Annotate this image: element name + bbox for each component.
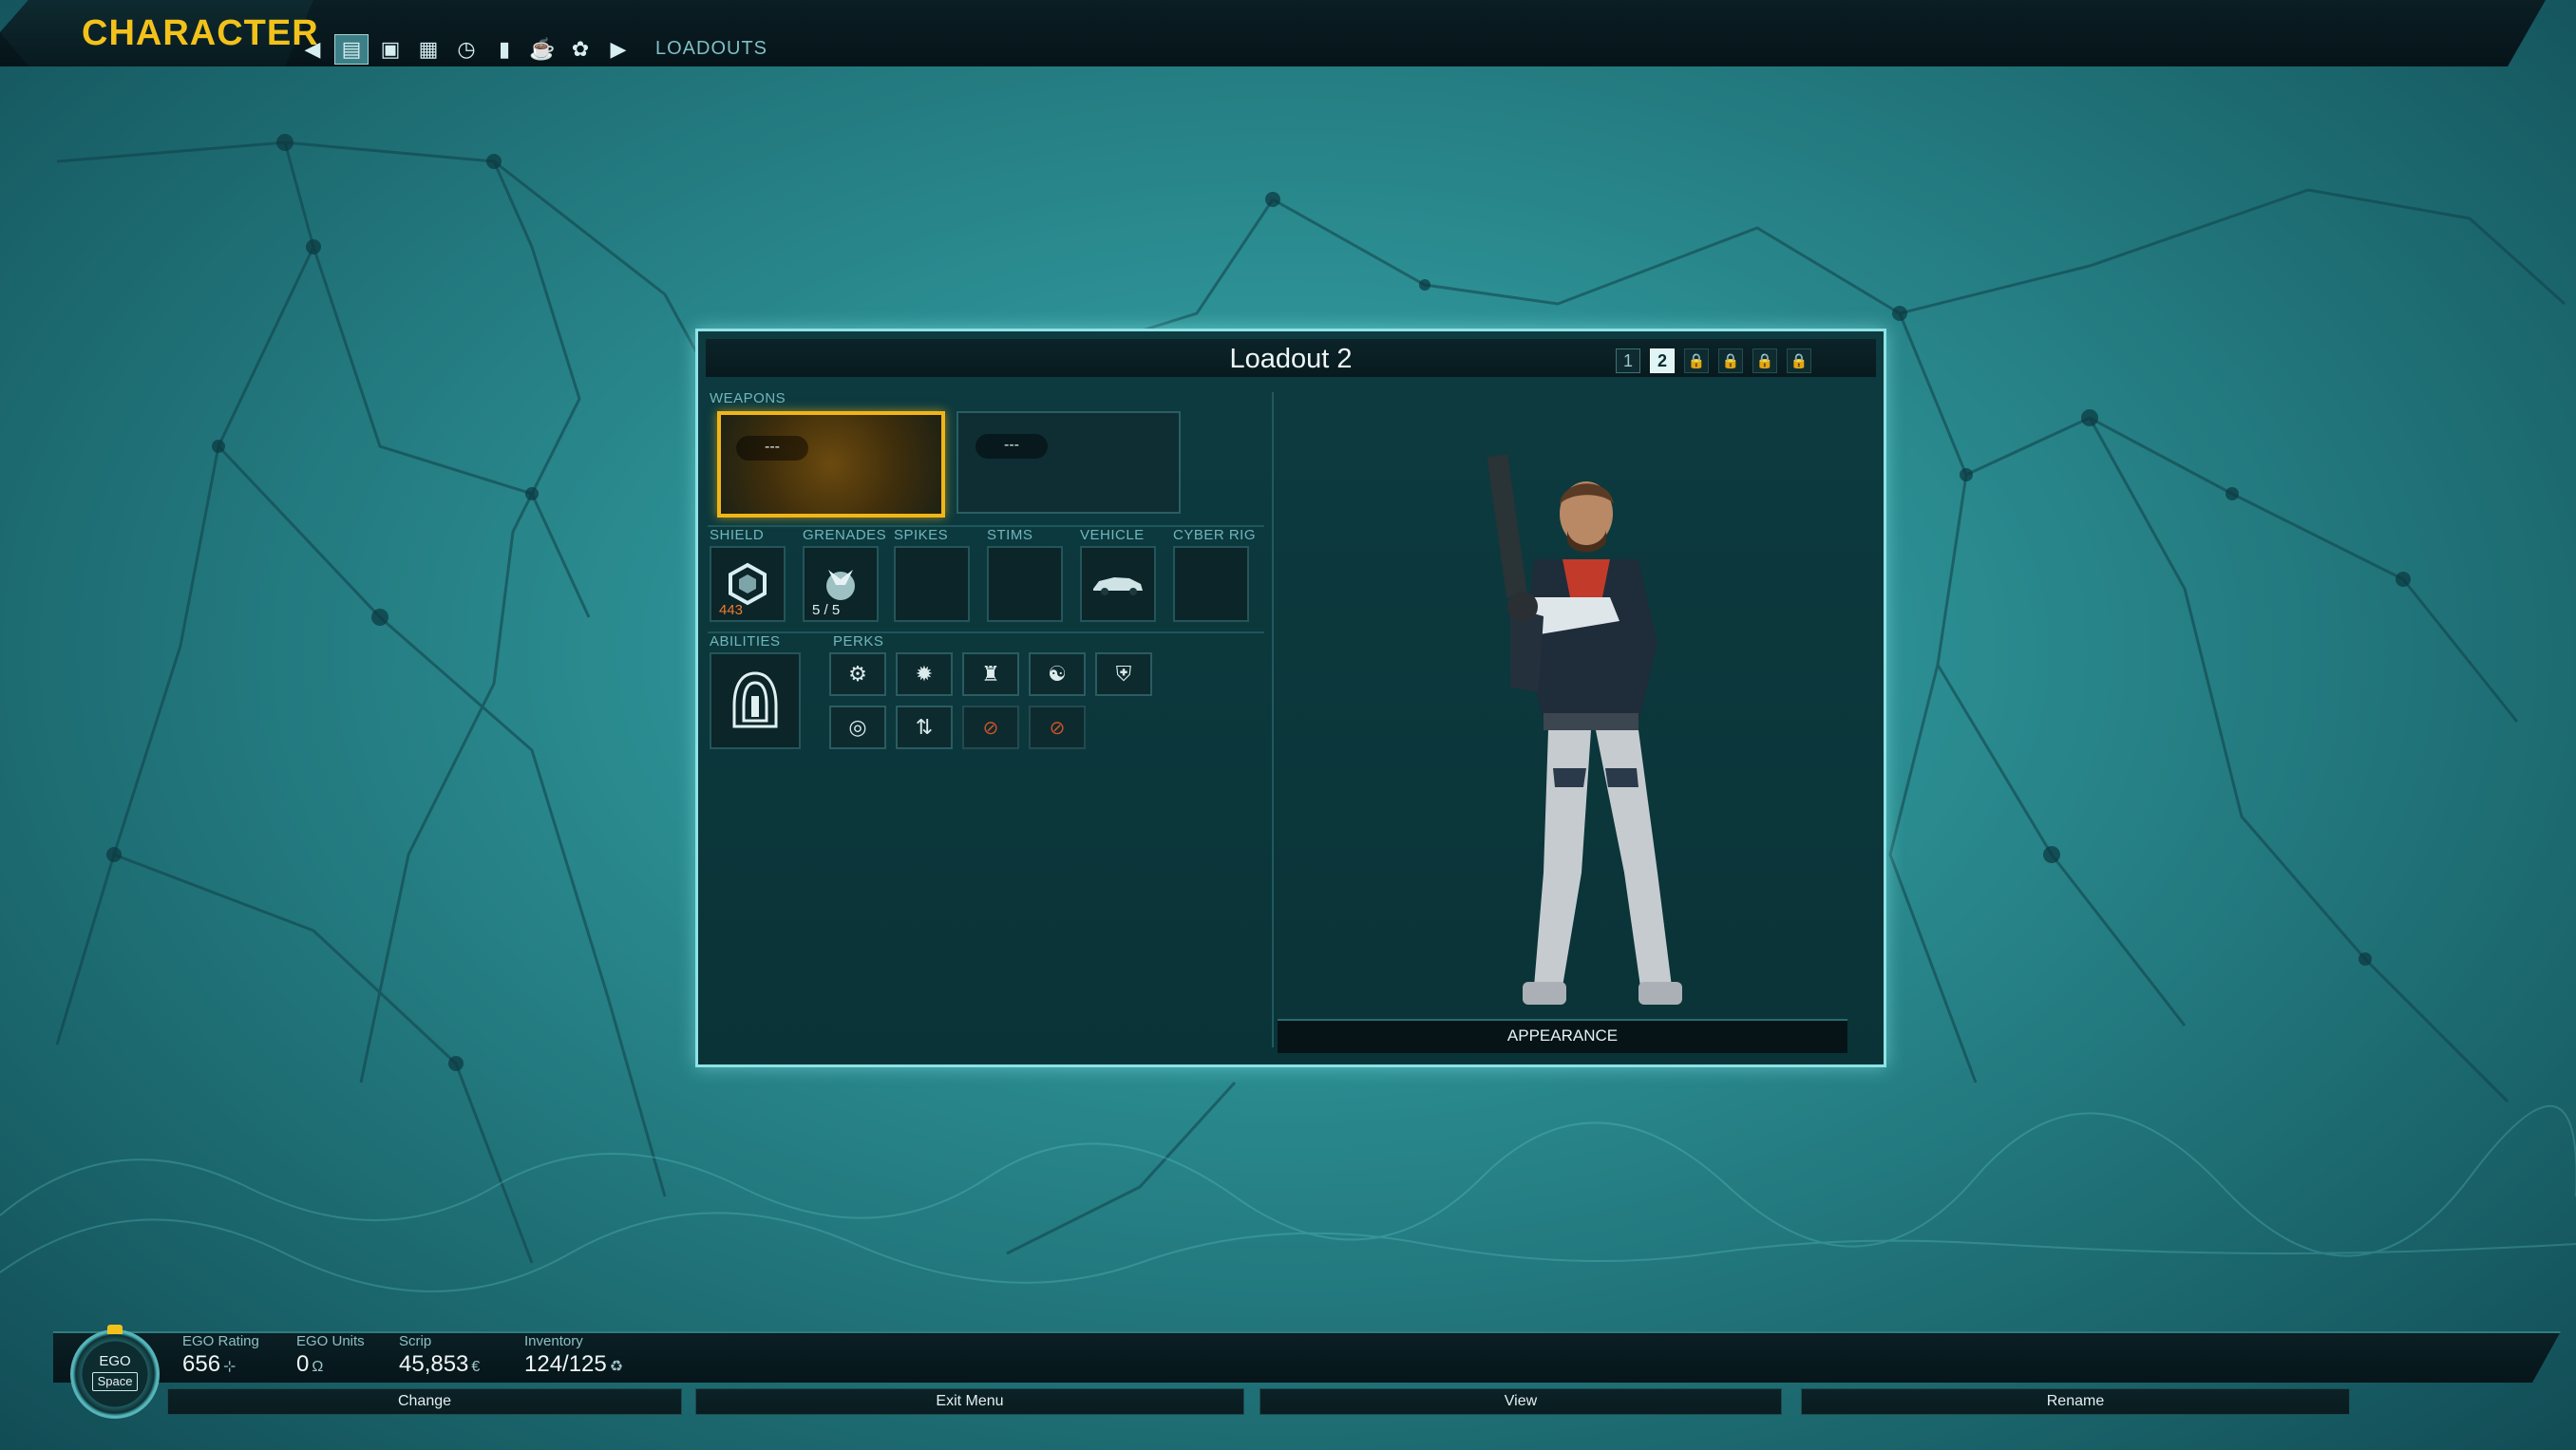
loadouts-icon[interactable]: ▤ bbox=[334, 34, 369, 65]
ego-units-icon: Ω bbox=[312, 1359, 324, 1375]
vehicle-icon bbox=[1082, 548, 1154, 620]
inventory-stat: Inventory 124/125 ♻ bbox=[524, 1333, 623, 1378]
stat-label: EGO Rating bbox=[182, 1333, 259, 1349]
perks-label: PERKS bbox=[833, 633, 884, 650]
perk-locked-icon[interactable]: ⊘ bbox=[962, 706, 1019, 749]
loadout-tab-1[interactable]: 1 bbox=[1616, 348, 1640, 373]
rename-button[interactable]: Rename bbox=[1801, 1388, 2350, 1415]
lock-icon: 🔒 bbox=[1752, 348, 1777, 373]
ego-button[interactable]: EGO Space bbox=[70, 1325, 160, 1419]
stat-value: 656 ⊹ bbox=[182, 1351, 237, 1377]
section-divider bbox=[708, 631, 1264, 633]
stats-chart-icon[interactable]: ▮ bbox=[488, 35, 521, 64]
weapon-slot-primary[interactable]: --- bbox=[717, 411, 945, 518]
cyber-rig-label: CYBER RIG bbox=[1173, 527, 1257, 543]
grenades-count: 5 / 5 bbox=[812, 602, 841, 618]
inventory-icon[interactable]: ▣ bbox=[374, 35, 407, 64]
character-model[interactable] bbox=[1420, 455, 1743, 1044]
perk-gear-icon[interactable]: ⚙ bbox=[829, 652, 886, 696]
stat-value: 124/125 ♻ bbox=[524, 1351, 624, 1377]
perk-locked-icon[interactable]: ⊘ bbox=[1029, 706, 1086, 749]
badge-icon[interactable]: ✿ bbox=[564, 35, 597, 64]
inventory-icon: ♻ bbox=[609, 1359, 624, 1375]
loadout-tab-2[interactable]: 2 bbox=[1650, 348, 1675, 373]
lock-icon: 🔒 bbox=[1787, 348, 1811, 373]
perk-figure-icon[interactable]: ☯ bbox=[1029, 652, 1086, 696]
perk-arrows-icon[interactable]: ⇅ bbox=[896, 706, 953, 749]
ability-slot[interactable] bbox=[710, 652, 801, 749]
abilities-label: ABILITIES bbox=[710, 633, 781, 650]
grenades-slot[interactable]: 5 / 5 bbox=[803, 546, 879, 622]
shield-label: SHIELD bbox=[710, 527, 765, 543]
ego-indicator bbox=[107, 1325, 123, 1334]
panel-divider bbox=[1272, 392, 1274, 1047]
weapons-label: WEAPONS bbox=[710, 390, 786, 406]
lock-icon: 🔒 bbox=[1684, 348, 1709, 373]
nav-icons: ◀ ▤ ▣ ▦ ◷ ▮ ☕ ✿ ▶ bbox=[296, 34, 635, 65]
breadcrumb: LOADOUTS bbox=[655, 38, 768, 59]
ego-units-stat: EGO Units 0Ω bbox=[296, 1333, 365, 1378]
lock-icon: 🔒 bbox=[1718, 348, 1743, 373]
shield-value: 443 bbox=[719, 602, 744, 618]
ability-icon bbox=[711, 654, 799, 747]
appearance-button[interactable]: APPEARANCE bbox=[1278, 1026, 1847, 1045]
grenades-label: GRENADES bbox=[803, 527, 887, 543]
weapon-slot-label: --- bbox=[736, 436, 808, 461]
exit-menu-button[interactable]: Exit Menu bbox=[695, 1388, 1244, 1415]
forward-arrow-icon[interactable]: ▶ bbox=[602, 35, 635, 64]
panel-header: Loadout 2 1 2 🔒 🔒 🔒 🔒 bbox=[706, 339, 1876, 377]
back-arrow-icon[interactable]: ◀ bbox=[296, 35, 329, 64]
trophy-icon[interactable]: ☕ bbox=[526, 35, 559, 64]
ego-rating-stat: EGO Rating 656 ⊹ bbox=[182, 1333, 259, 1378]
change-button[interactable]: Change bbox=[167, 1388, 682, 1415]
ego-label: EGO bbox=[99, 1353, 131, 1369]
appearance-bar: APPEARANCE bbox=[1278, 1019, 1847, 1053]
perk-burst-icon[interactable]: ✹ bbox=[896, 652, 953, 696]
stims-slot[interactable] bbox=[987, 546, 1063, 622]
perk-shield-icon[interactable]: ⛨ bbox=[1095, 652, 1152, 696]
scrip-stat: Scrip 45,853 € bbox=[399, 1333, 480, 1378]
cyber-rig-slot[interactable] bbox=[1173, 546, 1249, 622]
view-button[interactable]: View bbox=[1260, 1388, 1782, 1415]
perk-tower-icon[interactable]: ♜ bbox=[962, 652, 1019, 696]
stat-label: EGO Units bbox=[296, 1333, 365, 1349]
stat-value: 45,853 € bbox=[399, 1351, 481, 1377]
spikes-slot[interactable] bbox=[894, 546, 970, 622]
perk-target-icon[interactable]: ◎ bbox=[829, 706, 886, 749]
stims-label: STIMS bbox=[987, 527, 1033, 543]
ego-rating-icon: ⊹ bbox=[223, 1359, 237, 1375]
stat-value: 0Ω bbox=[296, 1351, 324, 1377]
vehicle-slot[interactable] bbox=[1080, 546, 1156, 622]
weapon-slot-secondary[interactable]: --- bbox=[957, 411, 1181, 514]
screen-title: CHARACTER bbox=[82, 13, 319, 53]
gauge-icon[interactable]: ◷ bbox=[450, 35, 483, 64]
loadout-panel: Loadout 2 1 2 🔒 🔒 🔒 🔒 WEAPONS --- --- SH… bbox=[695, 329, 1886, 1067]
grid-icon[interactable]: ▦ bbox=[412, 35, 445, 64]
spikes-label: SPIKES bbox=[894, 527, 949, 543]
weapon-slot-label: --- bbox=[975, 434, 1048, 459]
stat-label: Inventory bbox=[524, 1333, 583, 1349]
vehicle-label: VEHICLE bbox=[1080, 527, 1145, 543]
scrip-icon: € bbox=[471, 1359, 481, 1375]
loadout-tabs: 1 2 🔒 🔒 🔒 🔒 bbox=[1616, 348, 1811, 373]
ego-key-hint: Space bbox=[92, 1372, 138, 1391]
stat-label: Scrip bbox=[399, 1333, 432, 1349]
shield-slot[interactable]: 443 bbox=[710, 546, 786, 622]
